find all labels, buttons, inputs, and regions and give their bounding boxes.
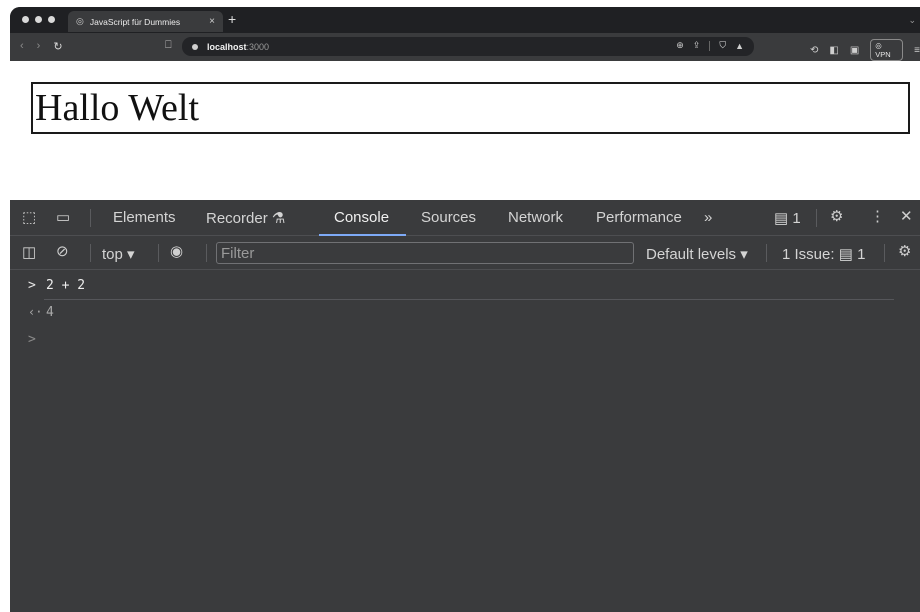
tab-strip: ◎ JavaScript für Dummies × + ⌄ bbox=[10, 7, 920, 33]
log-levels-dropdown[interactable]: Default levels ▾ bbox=[646, 245, 748, 263]
console-result-text: 4 bbox=[46, 305, 54, 320]
tab-list-chevron-icon[interactable]: ⌄ bbox=[908, 15, 916, 26]
more-tabs-icon[interactable]: » bbox=[704, 209, 712, 226]
active-tab-indicator bbox=[319, 234, 406, 236]
issues-count: 1 bbox=[857, 246, 866, 263]
devtools-panel: ⬚ ▭ Elements Recorder ⚗ Console Sources … bbox=[10, 200, 920, 612]
navigation-buttons: ‹ › ↻ bbox=[20, 40, 63, 53]
divider bbox=[816, 209, 817, 227]
url-host: localhost bbox=[207, 41, 247, 52]
divider bbox=[884, 244, 885, 262]
issues-label: 1 Issue: bbox=[782, 246, 835, 263]
address-bar-icons: ⊕ ⇪ ⛉ ▲ bbox=[676, 40, 744, 51]
url-port: :3000 bbox=[246, 41, 270, 52]
context-label: top bbox=[102, 246, 123, 263]
browser-window: ◎ JavaScript für Dummies × + ⌄ ‹ › ↻ ⎕ l… bbox=[10, 7, 920, 612]
issue-icon: ▤ bbox=[838, 246, 853, 263]
bookmark-icon[interactable]: ⎕ bbox=[165, 39, 172, 52]
console-toolbar: ◫ ⊘ top ▾ ◉ Default levels ▾ 1 Issue: ▤ … bbox=[10, 237, 920, 270]
tab-network[interactable]: Network bbox=[508, 209, 563, 226]
inspect-element-icon[interactable]: ⬚ bbox=[22, 208, 36, 226]
tab-title: JavaScript für Dummies bbox=[89, 16, 181, 27]
divider bbox=[709, 40, 711, 51]
result-arrow-icon: ‹· bbox=[28, 305, 43, 319]
input-prompt-icon: > bbox=[28, 278, 36, 293]
forward-button[interactable]: › bbox=[37, 40, 41, 53]
clear-console-icon[interactable]: ⊘ bbox=[56, 242, 69, 260]
close-window-button[interactable] bbox=[22, 16, 29, 23]
share-icon[interactable]: ⇪ bbox=[693, 40, 701, 51]
wallet-icon[interactable]: ▣ bbox=[850, 45, 859, 56]
console-filter-input[interactable] bbox=[216, 242, 634, 264]
tab-close-icon[interactable]: × bbox=[209, 16, 215, 27]
console-output[interactable]: > 2 + 2 ‹· 4 > bbox=[10, 271, 920, 612]
tab-recorder[interactable]: Recorder ⚗ bbox=[206, 209, 285, 227]
messages-badge[interactable]: ▤ 1 bbox=[774, 209, 801, 227]
back-button[interactable]: ‹ bbox=[20, 40, 24, 53]
flask-icon: ⚗ bbox=[271, 210, 286, 227]
console-input-line: > 2 + 2 bbox=[10, 278, 894, 300]
heading-container: Hallo Welt bbox=[31, 82, 910, 134]
browser-toolbar: ‹ › ↻ ⎕ localhost :3000 ⊕ ⇪ ⛉ ▲ ⟲ ◧ ▣ ◎ … bbox=[10, 33, 920, 61]
page-viewport: Hallo Welt bbox=[10, 61, 920, 200]
message-count: 1 bbox=[792, 210, 801, 227]
address-bar[interactable]: localhost :3000 ⊕ ⇪ ⛉ ▲ bbox=[182, 37, 754, 56]
divider bbox=[90, 209, 91, 227]
dropdown-arrow-icon: ▾ bbox=[740, 246, 748, 263]
log-levels-label: Default levels bbox=[646, 246, 737, 263]
device-toolbar-icon[interactable]: ▭ bbox=[56, 208, 70, 226]
page-heading: Hallo Welt bbox=[35, 87, 200, 129]
divider bbox=[90, 244, 91, 262]
tab-performance[interactable]: Performance bbox=[596, 209, 682, 226]
extensions-icon[interactable]: ⟲ bbox=[810, 45, 818, 56]
tab-console[interactable]: Console bbox=[334, 209, 389, 226]
console-settings-gear-icon[interactable]: ⚙ bbox=[898, 242, 911, 260]
browser-tab[interactable]: ◎ JavaScript für Dummies × bbox=[68, 11, 223, 32]
live-expression-eye-icon[interactable]: ◉ bbox=[170, 242, 183, 260]
kebab-menu-icon[interactable]: ⋮ bbox=[870, 207, 885, 225]
empty-prompt-icon: > bbox=[28, 332, 36, 347]
tab-recorder-label: Recorder bbox=[206, 210, 268, 227]
zoom-icon[interactable]: ⊕ bbox=[676, 40, 684, 51]
issues-counter[interactable]: 1 Issue: ▤ 1 bbox=[782, 245, 865, 263]
shield-icon[interactable]: ⛉ bbox=[719, 40, 726, 51]
reload-button[interactable]: ↻ bbox=[53, 40, 62, 53]
menu-icon[interactable]: ≡ bbox=[914, 45, 920, 56]
maximize-window-button[interactable] bbox=[48, 16, 55, 23]
divider bbox=[158, 244, 159, 262]
rewards-triangle-icon[interactable]: ▲ bbox=[735, 41, 744, 51]
new-tab-button[interactable]: + bbox=[228, 12, 236, 26]
globe-icon: ◎ bbox=[76, 16, 84, 26]
sidebar-toggle-icon[interactable]: ◫ bbox=[22, 243, 36, 261]
devtools-tab-bar: ⬚ ▭ Elements Recorder ⚗ Console Sources … bbox=[10, 200, 920, 236]
divider bbox=[766, 244, 767, 262]
console-divider bbox=[44, 299, 894, 300]
dropdown-arrow-icon: ▾ bbox=[127, 246, 135, 263]
console-input-text: 2 + 2 bbox=[46, 278, 86, 293]
settings-gear-icon[interactable]: ⚙ bbox=[830, 207, 843, 225]
toolbar-right-actions: ⟲ ◧ ▣ ◎ VPN ≡ bbox=[810, 39, 920, 61]
minimize-window-button[interactable] bbox=[35, 16, 42, 23]
divider bbox=[206, 244, 207, 262]
context-selector[interactable]: top ▾ bbox=[102, 245, 135, 263]
vpn-label: VPN bbox=[875, 50, 891, 59]
window-controls bbox=[22, 16, 55, 23]
sidebar-icon[interactable]: ◧ bbox=[829, 45, 838, 56]
close-devtools-icon[interactable]: ✕ bbox=[900, 207, 913, 225]
tab-sources[interactable]: Sources bbox=[421, 209, 476, 226]
tab-elements[interactable]: Elements bbox=[113, 209, 176, 226]
message-icon: ▤ bbox=[774, 210, 789, 227]
site-info-icon[interactable] bbox=[192, 43, 198, 50]
vpn-button[interactable]: ◎ VPN bbox=[870, 39, 904, 61]
